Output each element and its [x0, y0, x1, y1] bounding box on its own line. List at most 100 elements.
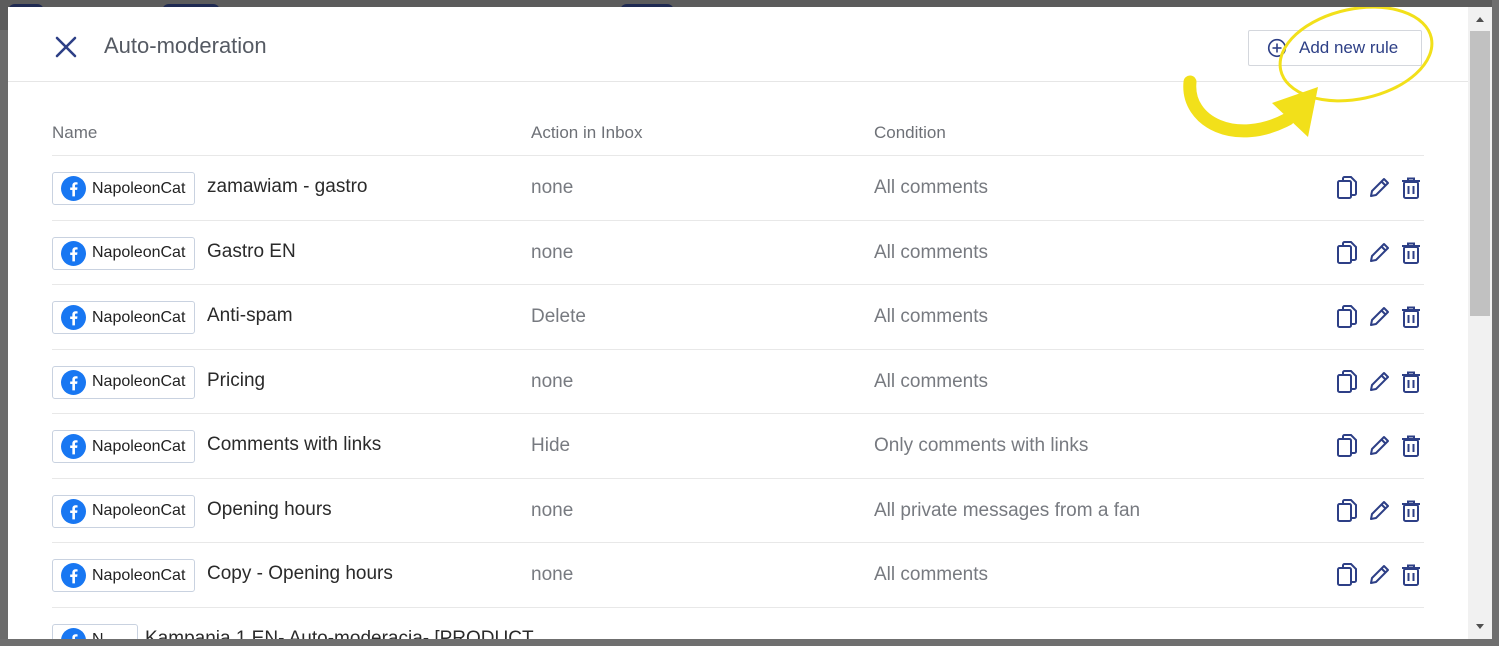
rule-name: zamawiam - gastro: [207, 176, 368, 197]
row-actions: [1335, 175, 1423, 201]
table-row[interactable]: NapoleonCat Copy - Opening hours none All c…: [52, 543, 1424, 608]
auto-moderation-modal: Auto-moderation Add new rule Name Action…: [8, 7, 1468, 639]
facebook-icon: [61, 563, 86, 588]
facebook-icon: [61, 369, 86, 395]
scroll-down-arrow[interactable]: [1468, 617, 1492, 637]
edit-pencil-icon[interactable]: [1367, 240, 1391, 266]
row-actions: [1335, 562, 1423, 588]
plus-circle-icon: [1267, 38, 1287, 58]
close-button[interactable]: [52, 33, 80, 61]
triangle-down-icon: [1476, 624, 1484, 629]
copy-icon[interactable]: [1335, 240, 1359, 266]
account-badge: NapoleonCat: [52, 430, 196, 463]
rule-name: Kampania 1 EN- Auto-moderacja- [PRODUCT: [145, 627, 534, 640]
row-actions: [1335, 498, 1423, 524]
table-row[interactable]: NapoleonCat Comments with links Hide Only c…: [52, 414, 1424, 479]
edit-pencil-icon[interactable]: [1367, 175, 1391, 201]
trash-icon[interactable]: [1399, 304, 1423, 330]
rule-action: none: [531, 370, 574, 392]
row-actions: [1335, 433, 1423, 459]
trash-icon[interactable]: [1399, 175, 1423, 201]
edit-pencil-icon[interactable]: [1367, 498, 1391, 524]
account-name: N: [92, 631, 104, 639]
table-row[interactable]: N Kampania 1 EN- Auto-moderacja- [PRODUCT: [52, 608, 1424, 640]
trash-icon[interactable]: [1399, 240, 1423, 266]
account-name: NapoleonCat: [92, 373, 186, 390]
facebook-icon: [61, 627, 86, 639]
rule-condition: All comments: [874, 241, 989, 263]
account-badge: NapoleonCat: [52, 301, 196, 334]
rule-action: none: [531, 499, 574, 521]
edit-pencil-icon[interactable]: [1367, 304, 1391, 330]
scrollbar[interactable]: [1468, 7, 1492, 639]
scrollbar-thumb[interactable]: [1470, 31, 1490, 316]
table-row[interactable]: NapoleonCat Opening hours none All private …: [52, 479, 1424, 543]
copy-icon[interactable]: [1335, 498, 1359, 524]
rule-action: Hide: [531, 435, 571, 456]
scroll-up-arrow[interactable]: [1468, 9, 1492, 29]
edit-pencil-icon[interactable]: [1367, 369, 1391, 395]
facebook-icon: [61, 498, 86, 524]
copy-icon[interactable]: [1335, 175, 1359, 201]
facebook-icon: [61, 434, 86, 459]
account-badge: NapoleonCat: [52, 494, 196, 528]
rules-table: Name Action in Inbox Condition NapoleonC…: [52, 107, 1424, 639]
rule-name: Pricing: [207, 369, 266, 391]
column-header-name: Name: [52, 123, 98, 142]
table-row[interactable]: NapoleonCat Gastro EN none All comments: [52, 221, 1424, 285]
edit-pencil-icon[interactable]: [1367, 433, 1391, 459]
account-badge: NapoleonCat: [52, 559, 196, 592]
table-row[interactable]: NapoleonCat Anti-spam Delete All comments: [52, 285, 1424, 350]
rule-condition: All comments: [874, 177, 989, 198]
edit-pencil-icon[interactable]: [1367, 562, 1391, 588]
facebook-icon: [61, 176, 86, 201]
account-badge: NapoleonCat: [52, 236, 196, 270]
trash-icon[interactable]: [1399, 562, 1423, 588]
rule-action: none: [531, 177, 574, 198]
rule-action: none: [531, 241, 574, 263]
copy-icon[interactable]: [1335, 562, 1359, 588]
table-row[interactable]: NapoleonCat zamawiam - gastro none All comm…: [52, 156, 1424, 221]
rule-action: none: [531, 564, 574, 585]
background-left-strip: [0, 30, 8, 640]
add-new-rule-button[interactable]: Add new rule: [1248, 30, 1422, 66]
close-icon: [55, 36, 77, 58]
rule-name: Comments with links: [207, 434, 382, 455]
copy-icon[interactable]: [1335, 369, 1359, 395]
modal-header: Auto-moderation Add new rule: [8, 7, 1468, 82]
copy-icon[interactable]: [1335, 304, 1359, 330]
rule-name: Opening hours: [207, 498, 332, 520]
account-name: NapoleonCat: [92, 308, 186, 326]
account-badge: N: [52, 623, 138, 639]
copy-icon[interactable]: [1335, 433, 1359, 459]
account-name: NapoleonCat: [92, 566, 186, 584]
rule-condition: All comments: [874, 306, 989, 327]
triangle-up-icon: [1476, 17, 1484, 22]
rule-name: Anti-spam: [207, 305, 293, 326]
trash-icon[interactable]: [1399, 433, 1423, 459]
background-bottom-edge: [0, 639, 1499, 646]
rule-condition: All private messages from a fan: [874, 499, 1141, 521]
trash-icon[interactable]: [1399, 498, 1423, 524]
rule-name: Gastro EN: [207, 240, 296, 262]
rule-condition: Only comments with links: [874, 435, 1089, 456]
rule-condition: All comments: [874, 370, 989, 392]
facebook-icon: [61, 305, 86, 330]
column-header-condition: Condition: [874, 123, 946, 142]
table-header: Name Action in Inbox Condition: [52, 107, 1424, 156]
account-name: NapoleonCat: [92, 179, 186, 197]
table-row[interactable]: NapoleonCat Pricing none All comments: [52, 350, 1424, 414]
account-badge: NapoleonCat: [52, 172, 196, 205]
add-new-rule-label: Add new rule: [1299, 38, 1399, 57]
account-name: NapoleonCat: [92, 244, 186, 261]
account-badge: NapoleonCat: [52, 365, 196, 399]
account-name: NapoleonCat: [92, 502, 186, 519]
account-name: NapoleonCat: [92, 437, 186, 455]
row-actions: [1335, 240, 1423, 266]
facebook-icon: [61, 240, 86, 266]
background-right-edge: [1492, 0, 1499, 646]
row-actions: [1335, 369, 1423, 395]
trash-icon[interactable]: [1399, 369, 1423, 395]
rule-action: Delete: [531, 306, 586, 327]
rule-name: Copy - Opening hours: [207, 563, 393, 584]
